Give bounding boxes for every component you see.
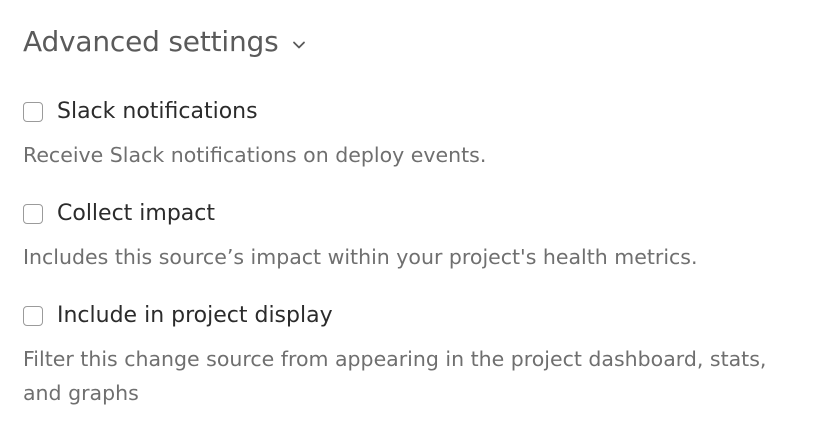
include-in-project-display-description: Filter this change source from appearing…: [23, 347, 767, 405]
collect-impact-checkbox[interactable]: [23, 204, 43, 224]
include-in-project-display-label: Include in project display: [57, 303, 333, 328]
collect-impact-label: Collect impact: [57, 201, 216, 226]
option-include-in-project-display: Include in project display Filter this c…: [23, 301, 803, 410]
include-in-project-display-row[interactable]: Include in project display: [23, 301, 803, 331]
collect-impact-row[interactable]: Collect impact: [23, 199, 803, 229]
advanced-settings-toggle[interactable]: Advanced settings: [23, 22, 306, 62]
option-collect-impact: Collect impact Includes this source’s im…: [23, 199, 803, 274]
collect-impact-description: Includes this source’s impact within you…: [23, 245, 698, 269]
include-in-project-display-checkbox[interactable]: [23, 306, 43, 326]
slack-notifications-description: Receive Slack notifications on deploy ev…: [23, 143, 487, 167]
chevron-down-icon: [293, 41, 306, 49]
option-slack-notifications: Slack notifications Receive Slack notifi…: [23, 97, 803, 172]
slack-notifications-checkbox[interactable]: [23, 102, 43, 122]
advanced-settings-title: Advanced settings: [23, 25, 279, 58]
slack-notifications-label: Slack notifications: [57, 99, 258, 124]
slack-notifications-row[interactable]: Slack notifications: [23, 97, 803, 127]
